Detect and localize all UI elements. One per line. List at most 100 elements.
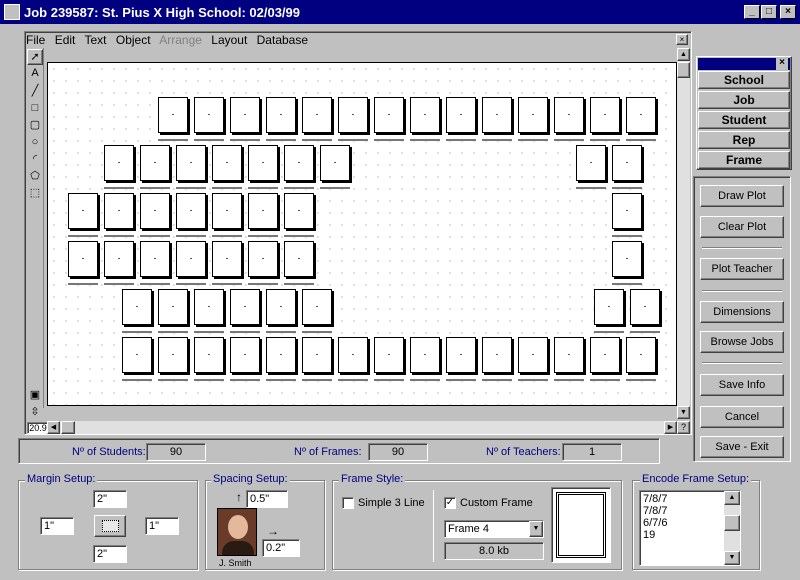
plot-frame[interactable]	[212, 241, 242, 277]
plot-frame[interactable]	[212, 193, 242, 229]
zoom-level[interactable]: 20.9	[27, 422, 49, 434]
plot-frame[interactable]	[594, 289, 624, 325]
plot-frame[interactable]	[302, 337, 332, 373]
nav-palette-close-icon[interactable]: ×	[776, 58, 788, 70]
scroll-down-icon[interactable]: ▼	[724, 551, 740, 565]
plot-frame[interactable]	[104, 241, 134, 277]
plot-frame[interactable]	[374, 337, 404, 373]
cancel-button[interactable]: Cancel	[700, 406, 784, 428]
plot-frame[interactable]	[410, 337, 440, 373]
custom-frame-checkbox[interactable]: ✓	[444, 497, 456, 509]
layout-canvas[interactable]	[47, 62, 677, 406]
horizontal-scrollbar[interactable]	[47, 421, 677, 434]
save-info-button[interactable]: Save Info	[700, 374, 784, 396]
line-tool-icon[interactable]: ╱	[27, 84, 43, 100]
page-tool-icon[interactable]: ▣	[27, 388, 43, 404]
plot-frame[interactable]	[626, 337, 656, 373]
plot-frame[interactable]	[230, 289, 260, 325]
simple-3-line-checkbox[interactable]	[342, 497, 354, 509]
rounded-rect-tool-icon[interactable]: ▢	[27, 118, 43, 134]
plot-frame[interactable]	[230, 337, 260, 373]
plot-frame[interactable]	[284, 241, 314, 277]
close-icon[interactable]: ×	[780, 5, 796, 19]
plot-frame[interactable]	[176, 145, 206, 181]
doc-close-icon[interactable]: ×	[676, 34, 688, 45]
nav-frame-button[interactable]: Frame	[698, 151, 790, 169]
horizontal-scroll-thumb[interactable]	[61, 421, 75, 434]
plot-teacher-button[interactable]: Plot Teacher	[700, 258, 784, 280]
encode-list-scroll-thumb[interactable]	[724, 515, 740, 531]
menu-text[interactable]: Text	[85, 33, 107, 47]
vertical-scrollbar[interactable]	[677, 48, 690, 408]
margin-left-field[interactable]: 1"	[40, 517, 74, 535]
list-item[interactable]: 7/8/7	[643, 493, 737, 505]
clear-plot-button[interactable]: Clear Plot	[700, 216, 784, 238]
nav-rep-button[interactable]: Rep	[698, 131, 790, 149]
plot-frame[interactable]	[576, 145, 606, 181]
nav-student-button[interactable]: Student	[698, 111, 790, 129]
chevron-down-icon[interactable]: ▼	[529, 521, 543, 537]
scroll-up-icon[interactable]: ▲	[677, 48, 690, 61]
plot-frame[interactable]	[446, 337, 476, 373]
list-item[interactable]: 7/8/7	[643, 505, 737, 517]
list-item[interactable]: 6/7/6	[643, 517, 737, 529]
zoom-arrows-icon[interactable]: ⇳	[27, 405, 43, 421]
plot-frame[interactable]	[266, 97, 296, 133]
menu-layout[interactable]: Layout	[211, 33, 247, 47]
plot-frame[interactable]	[302, 97, 332, 133]
plot-frame[interactable]	[590, 337, 620, 373]
vertical-scroll-thumb[interactable]	[677, 62, 690, 78]
minimize-icon[interactable]: _	[744, 5, 760, 19]
plot-frame[interactable]	[302, 289, 332, 325]
scroll-left-icon[interactable]: ◀	[47, 421, 60, 434]
scroll-right-icon[interactable]: ▶	[664, 421, 677, 434]
nav-job-button[interactable]: Job	[698, 91, 790, 109]
plot-frame[interactable]	[266, 337, 296, 373]
menu-database[interactable]: Database	[257, 33, 308, 47]
margin-bottom-field[interactable]: 2"	[93, 545, 127, 563]
plot-frame[interactable]	[248, 241, 278, 277]
plot-frame[interactable]	[482, 97, 512, 133]
plot-frame[interactable]	[446, 97, 476, 133]
polygon-tool-icon[interactable]: ⬠	[27, 169, 43, 185]
plot-frame[interactable]	[266, 289, 296, 325]
app-icon[interactable]	[4, 4, 20, 20]
browse-jobs-button[interactable]: Browse Jobs	[700, 331, 784, 353]
plot-frame[interactable]	[612, 241, 642, 277]
scroll-down-icon[interactable]: ▼	[677, 406, 690, 419]
oval-tool-icon[interactable]: ○	[27, 135, 43, 151]
plot-frame[interactable]	[612, 145, 642, 181]
plot-frame[interactable]	[104, 145, 134, 181]
nav-school-button[interactable]: School	[698, 71, 790, 89]
plot-frame[interactable]	[212, 145, 242, 181]
plot-frame[interactable]	[140, 145, 170, 181]
text-tool-icon[interactable]: A	[27, 66, 43, 82]
plot-frame[interactable]	[374, 97, 404, 133]
plot-frame[interactable]	[176, 193, 206, 229]
plot-frame[interactable]	[284, 193, 314, 229]
plot-frame[interactable]	[140, 193, 170, 229]
plot-frame[interactable]	[518, 97, 548, 133]
plot-frame[interactable]	[590, 97, 620, 133]
plot-frame[interactable]	[320, 145, 350, 181]
plot-frame[interactable]	[194, 289, 224, 325]
frame-select[interactable]: Frame 4 ▼	[444, 520, 544, 538]
plot-frame[interactable]	[68, 193, 98, 229]
plot-frame[interactable]	[612, 193, 642, 229]
rectangle-tool-icon[interactable]: □	[27, 101, 43, 117]
plot-frame[interactable]	[482, 337, 512, 373]
vertical-spacing-field[interactable]: 0.5"	[246, 490, 288, 508]
plot-frame[interactable]	[104, 193, 134, 229]
plot-frame[interactable]	[554, 337, 584, 373]
plot-frame[interactable]	[158, 97, 188, 133]
plot-frame[interactable]	[158, 337, 188, 373]
plot-frame[interactable]	[554, 97, 584, 133]
plot-frame[interactable]	[630, 289, 660, 325]
menu-file[interactable]: File	[26, 33, 45, 47]
help-icon[interactable]: ?	[677, 421, 690, 434]
plot-frame[interactable]	[176, 241, 206, 277]
plot-frame[interactable]	[122, 337, 152, 373]
plot-frame[interactable]	[284, 145, 314, 181]
plot-frame[interactable]	[158, 289, 188, 325]
scroll-up-icon[interactable]: ▲	[724, 491, 740, 505]
